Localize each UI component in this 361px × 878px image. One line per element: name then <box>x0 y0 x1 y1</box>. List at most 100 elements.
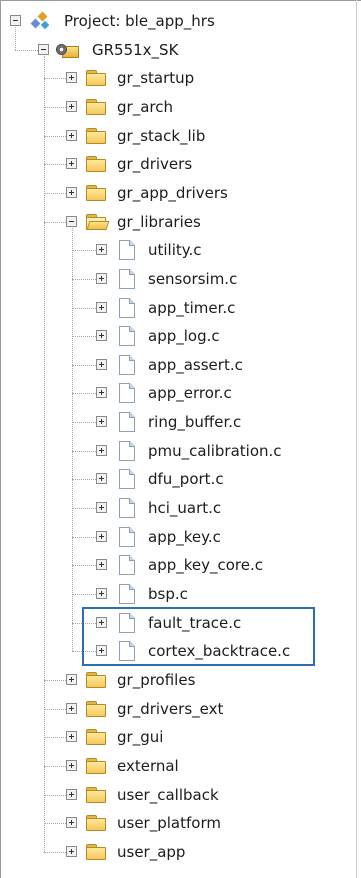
tree-item-file[interactable]: app_key_core.c <box>0 552 350 580</box>
project-tree-panel: Project: ble_app_hrs GR551x_SK gr_startupg… <box>0 0 361 878</box>
expand-toggle-icon[interactable] <box>66 72 77 83</box>
tree-item-group[interactable]: user_app <box>0 839 350 867</box>
tree-item-group[interactable]: user_callback <box>0 782 350 810</box>
tree-item-label: gr_profiles <box>117 671 196 689</box>
c-file-icon <box>119 584 135 604</box>
expand-toggle-icon[interactable] <box>96 473 107 484</box>
tree-item-label: app_log.c <box>148 327 220 345</box>
expand-toggle-icon[interactable] <box>96 531 107 542</box>
tree-item-group[interactable]: gr_profiles <box>0 667 350 695</box>
tree-item-label: ring_buffer.c <box>148 413 242 431</box>
tree-item-label: user_callback <box>117 786 219 804</box>
tree-item-label: app_key_core.c <box>148 556 263 574</box>
tree-item-label: dfu_port.c <box>148 470 224 488</box>
tree-item-label: gr_arch <box>117 98 173 116</box>
c-file-icon <box>119 412 135 432</box>
folder-icon <box>86 844 106 860</box>
c-file-icon <box>119 469 135 489</box>
tree-item-file[interactable]: dfu_port.c <box>0 466 350 494</box>
expand-toggle-icon[interactable] <box>96 359 107 370</box>
tree-item-file[interactable]: app_error.c <box>0 380 350 408</box>
expand-toggle-icon[interactable] <box>66 187 77 198</box>
folder-icon <box>86 701 106 717</box>
tree-item-label: hci_uart.c <box>148 499 222 517</box>
project-icon <box>30 10 52 32</box>
c-file-icon <box>119 383 135 403</box>
expand-toggle-icon[interactable] <box>66 789 77 800</box>
collapse-toggle-icon[interactable] <box>10 15 21 26</box>
expand-toggle-icon[interactable] <box>66 158 77 169</box>
c-file-icon <box>119 269 135 289</box>
expand-toggle-icon[interactable] <box>96 559 107 570</box>
expand-toggle-icon[interactable] <box>66 760 77 771</box>
tree-item-file[interactable]: ring_buffer.c <box>0 409 350 437</box>
tree-item-group[interactable]: gr_drivers_ext <box>0 696 350 724</box>
tree-item-label: gr_drivers <box>117 155 193 173</box>
tree-item-label: user_app <box>117 843 186 861</box>
collapse-toggle-icon[interactable] <box>38 44 49 55</box>
tree-item-target[interactable]: GR551x_SK <box>0 37 350 65</box>
highlight-box <box>82 607 315 666</box>
tree-item-group[interactable]: gr_arch <box>0 94 350 122</box>
tree-item-label: gr_drivers_ext <box>117 700 224 718</box>
tree-item-label: app_timer.c <box>148 299 236 317</box>
folder-icon <box>86 128 106 144</box>
expand-toggle-icon[interactable] <box>96 502 107 513</box>
tree-item-file[interactable]: hci_uart.c <box>0 495 350 523</box>
tree-item-file[interactable]: app_log.c <box>0 323 350 351</box>
tree-item-group[interactable]: gr_gui <box>0 724 350 752</box>
expand-toggle-icon[interactable] <box>96 588 107 599</box>
expand-toggle-icon[interactable] <box>96 387 107 398</box>
expand-toggle-icon[interactable] <box>96 302 107 313</box>
tree-item-group[interactable]: gr_drivers <box>0 151 350 179</box>
expand-toggle-icon[interactable] <box>66 846 77 857</box>
expand-toggle-icon[interactable] <box>66 101 77 112</box>
folder-icon <box>86 99 106 115</box>
tree-item-label: user_platform <box>117 814 221 832</box>
folder-icon <box>86 787 106 803</box>
tree-item-project[interactable]: Project: ble_app_hrs <box>0 8 350 36</box>
expand-toggle-icon[interactable] <box>66 703 77 714</box>
expand-toggle-icon[interactable] <box>96 273 107 284</box>
expand-toggle-icon[interactable] <box>66 817 77 828</box>
tree-item-file[interactable]: app_timer.c <box>0 295 350 323</box>
tree-item-file[interactable]: pmu_calibration.c <box>0 438 350 466</box>
tree-item-file[interactable]: app_key.c <box>0 524 350 552</box>
expand-toggle-icon[interactable] <box>66 731 77 742</box>
expand-toggle-icon[interactable] <box>96 330 107 341</box>
folder-icon <box>86 729 106 745</box>
panel-border-right <box>356 0 357 878</box>
expand-toggle-icon[interactable] <box>66 130 77 141</box>
tree-item-label: utility.c <box>148 241 202 259</box>
collapse-toggle-icon[interactable] <box>66 216 77 227</box>
expand-toggle-icon[interactable] <box>96 445 107 456</box>
tree-item-file[interactable]: sensorsim.c <box>0 266 350 294</box>
tree-item-label: external <box>117 757 179 775</box>
open-folder-icon <box>86 214 110 230</box>
c-file-icon <box>119 498 135 518</box>
tree-item-label: gr_stack_lib <box>117 127 206 145</box>
panel-border-top <box>0 0 361 1</box>
folder-icon <box>86 185 106 201</box>
tree-item-file[interactable]: utility.c <box>0 237 350 265</box>
expand-toggle-icon[interactable] <box>96 416 107 427</box>
tree-item-group[interactable]: external <box>0 753 350 781</box>
tree-item-group-gr-libraries[interactable]: gr_libraries <box>0 209 350 237</box>
c-file-icon <box>119 355 135 375</box>
tree-item-file[interactable]: app_assert.c <box>0 352 350 380</box>
tree-item-group[interactable]: gr_startup <box>0 65 350 93</box>
tree-item-label: Project: ble_app_hrs <box>64 12 215 30</box>
expand-toggle-icon[interactable] <box>96 244 107 255</box>
c-file-icon <box>119 527 135 547</box>
expand-toggle-icon[interactable] <box>66 674 77 685</box>
tree-item-label: gr_libraries <box>117 213 201 231</box>
tree-item-label: GR551x_SK <box>92 41 179 59</box>
tree-item-label: sensorsim.c <box>148 270 238 288</box>
tree-item-group[interactable]: gr_app_drivers <box>0 180 350 208</box>
tree-item-group[interactable]: gr_stack_lib <box>0 123 350 151</box>
tree-item-label: gr_app_drivers <box>117 184 228 202</box>
tree-item-group[interactable]: user_platform <box>0 810 350 838</box>
tree-item-file[interactable]: bsp.c <box>0 581 350 609</box>
c-file-icon <box>119 298 135 318</box>
c-file-icon <box>119 326 135 346</box>
